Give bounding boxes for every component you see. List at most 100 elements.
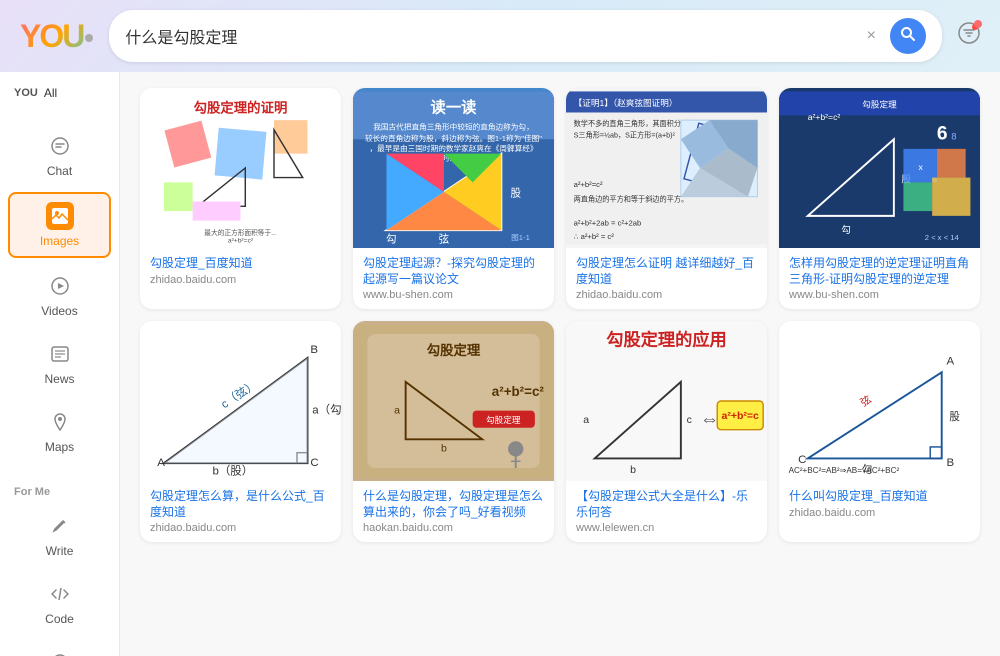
svg-text:我国古代把直角三角形中较短的直角边称为勾，: 我国古代把直角三角形中较短的直角边称为勾，	[373, 122, 533, 132]
svg-text:勾股定理的应用: 勾股定理的应用	[606, 330, 727, 350]
sidebar-news-label: News	[44, 372, 74, 386]
card-domain-8: zhidao.baidu.com	[789, 507, 970, 519]
sidebar-videos-label: Videos	[41, 304, 77, 318]
sidebar: YOU All Chat Images Videos N	[0, 72, 120, 656]
images-icon	[46, 202, 74, 230]
card-title-5: 勾股定理怎么算，是什么公式_百度知道	[150, 489, 331, 520]
svg-text:S三角形=½ab，S正方形=(a+b)²: S三角形=½ab，S正方形=(a+b)²	[574, 130, 676, 139]
card-domain-2: www.bu-shen.com	[363, 289, 544, 301]
svg-text:两直角边的平方和等于斜边的平方。: 两直角边的平方和等于斜边的平方。	[574, 195, 689, 204]
svg-text:股: 股	[949, 411, 960, 423]
card-title-6: 什么是勾股定理，勾股定理是怎么算出来的，你会了吗_好看视频	[363, 489, 544, 520]
logo: YOU	[20, 18, 93, 55]
svg-text:勾股定理: 勾股定理	[862, 99, 897, 110]
sidebar-item-videos[interactable]: Videos	[8, 264, 111, 326]
header: YOU ×	[0, 0, 1000, 72]
sidebar-item-chat[interactable]: Chat	[8, 124, 111, 186]
svg-text:a²+b²=c: a²+b²=c	[721, 410, 759, 422]
sidebar-item-imagine[interactable]: Imagine	[8, 640, 111, 656]
svg-text:8: 8	[951, 131, 956, 142]
sidebar-item-write[interactable]: Write	[8, 504, 111, 566]
card-info-1: 勾股定理_百度知道 zhidao.baidu.com	[140, 248, 341, 294]
image-card-2[interactable]: 读一读 我国古代把直角三角形中较短的直角边称为勾， 较长的直角边称为股，斜边称为…	[353, 88, 554, 309]
search-button[interactable]	[890, 18, 926, 54]
svg-text:∴ a²+b² = c²: ∴ a²+b² = c²	[574, 232, 615, 241]
svg-text:a: a	[583, 414, 589, 426]
card-info-8: 什么叫勾股定理_百度知道 zhidao.baidu.com	[779, 481, 980, 527]
svg-text:C: C	[798, 454, 806, 466]
svg-text:⇔: ⇔	[700, 409, 719, 430]
card-title-4: 怎样用勾股定理的逆定理证明直角三角形-证明勾股定理的逆定理	[789, 256, 970, 287]
search-input[interactable]	[125, 27, 852, 45]
svg-text:a²+b²=c²: a²+b²=c²	[228, 238, 254, 245]
svg-text:b（股）: b（股）	[212, 465, 253, 478]
filter-button[interactable]	[958, 22, 980, 50]
card-title-1: 勾股定理_百度知道	[150, 256, 331, 272]
svg-text:x: x	[919, 162, 924, 172]
svg-text:读一读: 读一读	[431, 98, 478, 116]
card-domain-1: zhidao.baidu.com	[150, 274, 331, 286]
card-info-3: 勾股定理怎么证明 越详细越好_百度知道 zhidao.baidu.com	[566, 248, 767, 309]
svg-text:勾股定理: 勾股定理	[486, 414, 521, 425]
svg-text:c: c	[687, 414, 692, 426]
card-info-5: 勾股定理怎么算，是什么公式_百度知道 zhidao.baidu.com	[140, 481, 341, 542]
videos-icon	[46, 272, 74, 300]
image-card-1[interactable]: 勾股定理的证明 最大的正方形面积等于... a²+b²=c²	[140, 88, 341, 309]
svg-text:AC²+BC²=AB²⇒AB=√AC²+BC²: AC²+BC²=AB²⇒AB=√AC²+BC²	[789, 466, 900, 475]
svg-text:B: B	[947, 457, 955, 469]
image-grid: 勾股定理的证明 最大的正方形面积等于... a²+b²=c²	[140, 88, 980, 542]
sidebar-item-news[interactable]: News	[8, 332, 111, 394]
svg-text:勾: 勾	[841, 224, 851, 236]
svg-text:，最早是由三国时期的数学家赵爽在《周髀算经》: ，最早是由三国时期的数学家赵爽在《周髀算经》	[369, 143, 537, 153]
image-card-7[interactable]: 勾股定理的应用 b c a ⇔ a²+b²=c hidden	[566, 321, 767, 542]
imagine-icon	[46, 648, 74, 656]
card-title-8: 什么叫勾股定理_百度知道	[789, 489, 970, 505]
image-card-6[interactable]: 勾股定理 a b a²+b²=c² 勾股定理	[353, 321, 554, 542]
image-card-3[interactable]: 【证明1】（赵爽弦图证明） 数学不多的直角三角形，其面积分别为： S三角形=½a…	[566, 88, 767, 309]
svg-text:弦: 弦	[439, 233, 450, 246]
image-card-8[interactable]: C A B 勾 股 弦 公式 AC²+BC²=AB²⇒AB=√AC²+BC²	[779, 321, 980, 542]
card-title-7: 【勾股定理公式大全是什么】-乐乐何答	[576, 489, 757, 520]
sidebar-item-maps[interactable]: Maps	[8, 400, 111, 462]
card-info-4: 怎样用勾股定理的逆定理证明直角三角形-证明勾股定理的逆定理 www.bu-she…	[779, 248, 980, 309]
svg-text:最大的正方形面积等于...: 最大的正方形面积等于...	[204, 228, 277, 237]
svg-text:a²+b²=c²: a²+b²=c²	[574, 180, 603, 189]
sidebar-all-text: All	[44, 86, 57, 100]
image-card-4[interactable]: 勾股定理 6 8 勾 股 a²+b²=c²	[779, 88, 980, 309]
image-thumb-7: 勾股定理的应用 b c a ⇔ a²+b²=c hidden	[566, 321, 767, 481]
sidebar-all-label: YOU	[14, 87, 38, 99]
image-card-5[interactable]: b（股） a（勾） c（弦） A B C 勾股	[140, 321, 341, 542]
code-icon	[46, 580, 74, 608]
search-icon	[900, 26, 916, 47]
svg-text:b: b	[630, 464, 636, 476]
svg-text:【证明1】（赵爽弦图证明）: 【证明1】（赵爽弦图证明）	[574, 97, 678, 108]
svg-text:股: 股	[510, 188, 521, 200]
write-icon	[46, 512, 74, 540]
svg-text:较长的直角边称为股，斜边称为弦。图1-1称为"佳图": 较长的直角边称为股，斜边称为弦。图1-1称为"佳图"	[365, 133, 542, 143]
sidebar-code-label: Code	[45, 612, 74, 626]
search-bar: ×	[109, 10, 942, 62]
svg-text:A: A	[947, 356, 955, 368]
svg-text:A: A	[157, 457, 165, 469]
sidebar-item-images[interactable]: Images	[8, 192, 111, 258]
svg-text:a²+b²+2ab = c²+2ab: a²+b²+2ab = c²+2ab	[574, 218, 642, 227]
card-domain-4: www.bu-shen.com	[789, 289, 970, 301]
image-thumb-3: 【证明1】（赵爽弦图证明） 数学不多的直角三角形，其面积分别为： S三角形=½a…	[566, 88, 767, 248]
sidebar-item-all[interactable]: YOU All	[0, 80, 119, 106]
svg-text:a（勾）: a（勾）	[312, 404, 341, 417]
sidebar-item-code[interactable]: Code	[8, 572, 111, 634]
search-clear-button[interactable]: ×	[861, 25, 882, 47]
sidebar-chat-label: Chat	[47, 164, 72, 178]
chat-icon	[46, 132, 74, 160]
content-area: 勾股定理的证明 最大的正方形面积等于... a²+b²=c²	[120, 72, 1000, 656]
svg-text:C: C	[310, 457, 318, 469]
image-thumb-6: 勾股定理 a b a²+b²=c² 勾股定理	[353, 321, 554, 481]
card-domain-7: www.lelewen.cn	[576, 522, 757, 534]
card-title-3: 勾股定理怎么证明 越详细越好_百度知道	[576, 256, 757, 287]
svg-text:2 < x < 14: 2 < x < 14	[925, 233, 960, 242]
main-layout: YOU All Chat Images Videos N	[0, 72, 1000, 656]
image-thumb-4: 勾股定理 6 8 勾 股 a²+b²=c²	[779, 88, 980, 248]
image-thumb-2: 读一读 我国古代把直角三角形中较短的直角边称为勾， 较长的直角边称为股，斜边称为…	[353, 88, 554, 248]
image-thumb-8: C A B 勾 股 弦 公式 AC²+BC²=AB²⇒AB=√AC²+BC²	[779, 321, 980, 481]
svg-text:勾股定理: 勾股定理	[427, 342, 481, 358]
